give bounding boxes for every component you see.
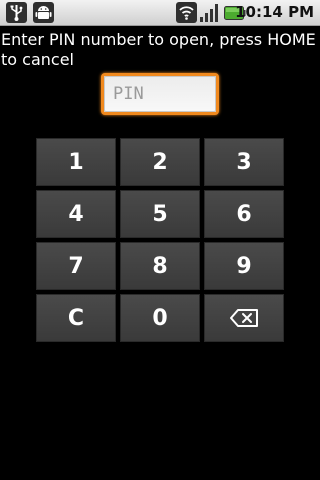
- key-9[interactable]: 9: [204, 242, 284, 290]
- usb-icon: [6, 2, 27, 23]
- signal-icon: [199, 2, 220, 23]
- key-6[interactable]: 6: [204, 190, 284, 238]
- backspace-key[interactable]: [204, 294, 284, 342]
- android-debug-icon: [33, 2, 54, 23]
- pin-field-frame: [101, 73, 219, 115]
- key-4[interactable]: 4: [36, 190, 116, 238]
- key-3[interactable]: 3: [204, 138, 284, 186]
- keypad: 1 2 3 4 5 6 7 8 9 C 0: [36, 138, 284, 342]
- pin-input[interactable]: [104, 76, 216, 112]
- key-0[interactable]: 0: [120, 294, 200, 342]
- status-bar: 10:14 PM: [0, 0, 320, 26]
- clock: 10:14 PM: [235, 3, 314, 21]
- backspace-icon: [230, 309, 258, 327]
- pin-prompt: Enter PIN number to open, press HOME to …: [1, 30, 316, 69]
- key-2[interactable]: 2: [120, 138, 200, 186]
- key-1[interactable]: 1: [36, 138, 116, 186]
- key-7[interactable]: 7: [36, 242, 116, 290]
- clear-key[interactable]: C: [36, 294, 116, 342]
- wifi-icon: [176, 2, 197, 23]
- key-8[interactable]: 8: [120, 242, 200, 290]
- key-5[interactable]: 5: [120, 190, 200, 238]
